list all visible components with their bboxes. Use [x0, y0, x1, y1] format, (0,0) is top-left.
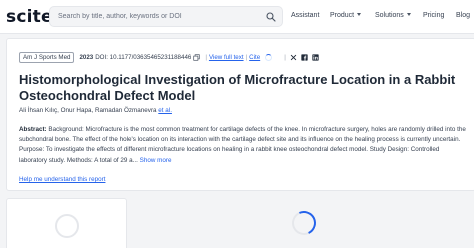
linkedin-icon[interactable] [312, 53, 319, 61]
doi-text: DOI: 10.1177/03635465231188446 [95, 53, 192, 61]
paper-title: Histomorphological Investigation of Micr… [19, 72, 456, 103]
top-bar: scite_ Assistant Product Solutions Prici… [0, 0, 474, 34]
authors-text[interactable]: Ali İhsan Kılıç, Onur Hapa, Ramadan Özma… [19, 107, 157, 114]
abstract-label: Abstract: [19, 126, 47, 133]
search-box[interactable] [49, 6, 283, 27]
view-full-text-link[interactable]: View full text [209, 54, 244, 61]
chevron-down-icon [406, 13, 411, 16]
nav-solutions-label: Solutions [375, 12, 404, 19]
cite-link[interactable]: Cite [249, 54, 260, 61]
paper-meta: Am J Sports Med 2023 DOI: 10.1177/036354… [19, 51, 323, 63]
nav-product-label: Product [330, 12, 355, 19]
loading-spinner-icon [265, 53, 273, 61]
copy-icon[interactable] [193, 53, 200, 61]
side-panel-placeholder [6, 198, 127, 248]
et-al-link[interactable]: et al. [158, 107, 172, 114]
author-list: Ali İhsan Kılıç, Onur Hapa, Ramadan Özma… [19, 107, 172, 114]
share-links: | [284, 54, 323, 61]
chevron-down-icon [357, 13, 362, 16]
nav-blog[interactable]: Blog [456, 12, 470, 19]
abstract-text: Background: Microfracture is the most co… [19, 126, 466, 164]
placeholder-circle [55, 214, 79, 238]
paper-card: Am J Sports Med 2023 DOI: 10.1177/036354… [6, 38, 474, 191]
nav-assistant[interactable]: Assistant [291, 12, 319, 19]
facebook-icon[interactable] [301, 53, 308, 61]
search-input[interactable] [58, 7, 258, 26]
help-understand-link[interactable]: Help me understand this report [19, 176, 105, 183]
nav-pricing[interactable]: Pricing [423, 12, 444, 19]
divider: | [205, 53, 207, 61]
abstract: Abstract: Background: Microfracture is t… [19, 125, 466, 166]
twitter-icon[interactable] [290, 54, 297, 61]
loading-spinner-icon [288, 207, 320, 239]
search-icon[interactable] [265, 11, 277, 23]
publication-year: 2023 [79, 53, 94, 61]
divider: | [245, 53, 248, 61]
journal-badge[interactable]: Am J Sports Med [19, 51, 75, 63]
nav-solutions[interactable]: Solutions [375, 12, 411, 19]
divider: | [284, 53, 286, 61]
nav-product[interactable]: Product [330, 12, 362, 19]
show-more-link[interactable]: Show more [140, 157, 172, 164]
